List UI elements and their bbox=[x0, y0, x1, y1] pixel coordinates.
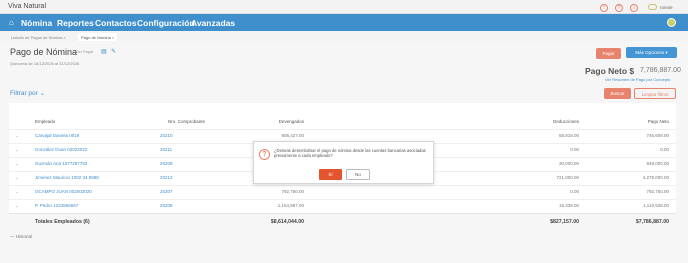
chevron-icon[interactable]: ⌄ bbox=[15, 203, 19, 209]
chevron-icon[interactable]: ⌄ bbox=[15, 189, 19, 195]
net-amount: 1,119,528.00 bbox=[643, 203, 669, 208]
nav-avanzadas[interactable]: Avanzadas bbox=[191, 18, 235, 28]
net-amount: 849,000.00 bbox=[646, 161, 669, 166]
header-empleado[interactable]: Empleado bbox=[35, 119, 55, 124]
deductions-amount: 30,000.00 bbox=[558, 161, 579, 166]
voucher-number[interactable]: 20211 bbox=[160, 147, 172, 152]
header-neto[interactable]: Pago Neto bbox=[648, 119, 669, 124]
history-toggle[interactable]: — Historial bbox=[10, 234, 32, 239]
net-pay-value: 7,786,887.00 bbox=[640, 67, 681, 74]
close-icon[interactable]: × bbox=[112, 35, 114, 40]
search-button[interactable]: Buscar bbox=[604, 88, 631, 99]
app-brand: Viva Natural bbox=[8, 3, 47, 10]
user-badge-icon[interactable] bbox=[648, 4, 657, 10]
more-options-button[interactable]: Más Opciones ▾ bbox=[626, 47, 677, 58]
tab-listado-pagos[interactable]: Listado de Pagos de Nómina× bbox=[8, 33, 69, 41]
net-amount: 746,609.00 bbox=[646, 133, 669, 138]
chevron-icon[interactable]: ⌄ bbox=[15, 133, 19, 139]
net-pay-label: Pago Neto $ bbox=[585, 66, 635, 76]
employee-name[interactable]: Guzmán Ana 1077287783 bbox=[35, 161, 87, 166]
nav-contactos[interactable]: Contactos bbox=[95, 18, 137, 28]
tab-pago-nomina[interactable]: Pago de Nómina× bbox=[78, 33, 118, 41]
table-row[interactable]: ⌄ P. Pedro 1234566667 20208 1,154,867.00… bbox=[9, 199, 676, 213]
comment-icon[interactable]: ▤ bbox=[101, 48, 107, 55]
voucher-number[interactable]: 20212 bbox=[160, 175, 173, 180]
confirm-no-button[interactable]: No bbox=[346, 169, 370, 180]
page-title: Pago de Nómina bbox=[10, 47, 78, 57]
chevron-icon[interactable]: ⌄ bbox=[15, 147, 19, 153]
employee-name[interactable]: Jiménez Mauricio 1002 34 8888 bbox=[35, 175, 99, 180]
accrued-amount: 1,154,867.00 bbox=[277, 203, 304, 208]
period-dates: Quincena de 16/12/2026 al 31/12/2026 bbox=[10, 61, 80, 66]
employee-name[interactable]: P. Pedro 1234566667 bbox=[35, 203, 78, 208]
main-nav: ⌂ Nómina Reportes Contactos Configuració… bbox=[0, 14, 688, 31]
user-name[interactable]: ronnie bbox=[660, 5, 673, 10]
question-icon: ? bbox=[259, 149, 270, 160]
table-row[interactable]: ⌄ OCAMPO JUAN 002002020 20207 792,750.00… bbox=[9, 185, 676, 199]
header-deducciones[interactable]: Deducciones bbox=[553, 119, 579, 124]
summary-link[interactable]: Ver Resumen de Pago por Concepto bbox=[605, 77, 670, 82]
dialog-message: ¿Deseas desembolsar el pago de nómina de… bbox=[274, 148, 426, 159]
confirm-dialog: ? ¿Deseas desembolsar el pago de nómina … bbox=[253, 141, 434, 184]
total-deductions: $827,157.00 bbox=[550, 219, 579, 225]
tab-strip: Listado de Pagos de Nómina× Pago de Nómi… bbox=[0, 31, 688, 41]
employee-name[interactable]: González Duan 02022022 bbox=[35, 147, 87, 152]
totals-row: Totales Empleados (6) $8,614,044.00 $827… bbox=[9, 213, 676, 229]
net-amount: 0.00 bbox=[660, 147, 669, 152]
pay-button[interactable]: Pagar bbox=[596, 48, 621, 59]
voucher-number[interactable]: 20210 bbox=[160, 133, 173, 138]
filter-label: Filtrar por bbox=[10, 90, 38, 97]
deductions-amount: 721,000.00 bbox=[556, 175, 579, 180]
total-accrued: $8,614,044.00 bbox=[270, 219, 304, 225]
close-icon[interactable]: × bbox=[63, 35, 65, 40]
tab-label: Pago de Nómina bbox=[81, 35, 111, 40]
nav-nomina[interactable]: Nómina bbox=[21, 18, 52, 28]
clear-filters-button[interactable]: Limpiar filtros bbox=[634, 88, 676, 99]
bell-icon[interactable]: ! bbox=[600, 4, 608, 12]
nav-reportes[interactable]: Reportes bbox=[57, 18, 94, 28]
header-comprobante[interactable]: Nro. Comprobante bbox=[168, 119, 205, 124]
totals-label: Totales Empleados (6) bbox=[35, 219, 90, 225]
net-amount: 4,279,000.00 bbox=[642, 175, 669, 180]
deductions-amount: 58,818.00 bbox=[558, 133, 579, 138]
home-icon[interactable]: ⌂ bbox=[9, 18, 14, 27]
status-badge: Sin Pagar bbox=[76, 49, 94, 54]
avatar[interactable] bbox=[667, 18, 676, 27]
total-net: $7,786,887.00 bbox=[635, 219, 669, 225]
employee-name[interactable]: OCAMPO JUAN 002002020 bbox=[35, 189, 92, 194]
tab-label: Listado de Pagos de Nómina bbox=[11, 35, 63, 40]
chevron-icon[interactable]: ⌄ bbox=[15, 175, 19, 181]
confirm-yes-button[interactable]: Sí bbox=[319, 169, 342, 180]
employee-name[interactable]: Carvajal Daniela 0019 bbox=[35, 133, 79, 138]
deductions-amount: 0.00 bbox=[570, 147, 579, 152]
header-devengados[interactable]: Devengados bbox=[279, 119, 304, 124]
top-bar: Viva Natural ! ? i ronnie bbox=[0, 0, 688, 14]
deductions-amount: 0.00 bbox=[570, 189, 579, 194]
accrued-amount: 792,750.00 bbox=[281, 189, 304, 194]
chevron-icon[interactable]: ⌄ bbox=[15, 161, 19, 167]
accrued-amount: 805,427.00 bbox=[281, 133, 304, 138]
voucher-number[interactable]: 20208 bbox=[160, 203, 173, 208]
nav-configuracion[interactable]: Configuración bbox=[137, 18, 195, 28]
voucher-number[interactable]: 20209 bbox=[160, 161, 173, 166]
voucher-number[interactable]: 20207 bbox=[160, 189, 173, 194]
filter-toggle[interactable]: Filtrar por ⌄ bbox=[10, 89, 45, 97]
edit-icon[interactable]: ✎ bbox=[111, 48, 116, 55]
net-amount: 792,750.00 bbox=[646, 189, 669, 194]
chevron-down-icon: ⌄ bbox=[39, 90, 46, 97]
deductions-amount: 15,339.00 bbox=[558, 203, 579, 208]
info-icon[interactable]: i bbox=[630, 4, 638, 12]
help-icon[interactable]: ? bbox=[615, 4, 623, 12]
